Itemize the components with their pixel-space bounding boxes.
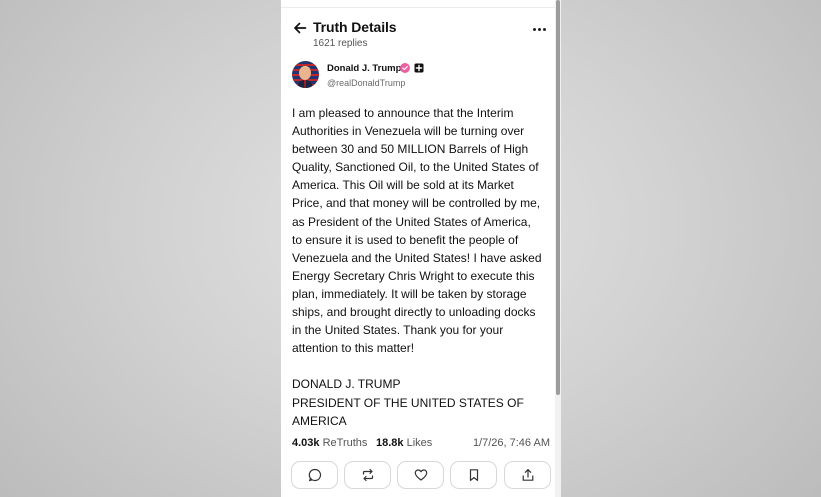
scrollbar[interactable] xyxy=(555,0,561,497)
top-divider xyxy=(281,7,555,8)
author-handle[interactable]: @realDonaldTrump xyxy=(327,78,405,88)
avatar[interactable] xyxy=(292,61,319,88)
more-options-button[interactable] xyxy=(530,23,548,35)
reply-icon xyxy=(308,468,321,482)
header: Truth Details 1621 replies xyxy=(281,14,555,54)
retruths-count: 4.03k xyxy=(292,437,320,449)
like-button[interactable] xyxy=(397,461,444,489)
retruths-stat[interactable]: 4.03k ReTruths xyxy=(292,437,367,449)
author-name[interactable]: Donald J. Trump xyxy=(327,63,401,74)
reply-button[interactable] xyxy=(291,461,338,489)
post-stats: 4.03k ReTruths 18.8k Likes 1/7/26, 7:46 … xyxy=(292,437,550,451)
truth-details-panel: Truth Details 1621 replies Donald J. Tru… xyxy=(281,0,561,497)
square-badge-icon xyxy=(414,63,424,73)
scrollbar-thumb[interactable] xyxy=(556,0,560,395)
bookmark-icon xyxy=(469,469,478,481)
heart-icon xyxy=(414,469,427,481)
likes-count: 18.8k xyxy=(376,437,404,449)
page-title: Truth Details xyxy=(313,19,397,35)
share-icon xyxy=(522,469,533,481)
more-dots-icon xyxy=(532,27,536,31)
verified-badge-icon xyxy=(400,63,410,73)
share-button[interactable] xyxy=(504,461,551,489)
back-button[interactable] xyxy=(291,19,309,37)
retruth-icon xyxy=(362,468,373,482)
retruth-button[interactable] xyxy=(344,461,391,489)
likes-stat[interactable]: 18.8k Likes xyxy=(376,437,432,449)
retruths-label: ReTruths xyxy=(322,437,368,449)
replies-count: 1621 replies xyxy=(313,38,368,49)
post-body: I am pleased to announce that the Interi… xyxy=(292,106,542,428)
post-timestamp: 1/7/26, 7:46 AM xyxy=(472,437,550,449)
bookmark-button[interactable] xyxy=(450,461,497,489)
likes-label: Likes xyxy=(406,437,433,449)
action-bar xyxy=(291,461,551,489)
arrow-left-icon xyxy=(294,22,307,34)
